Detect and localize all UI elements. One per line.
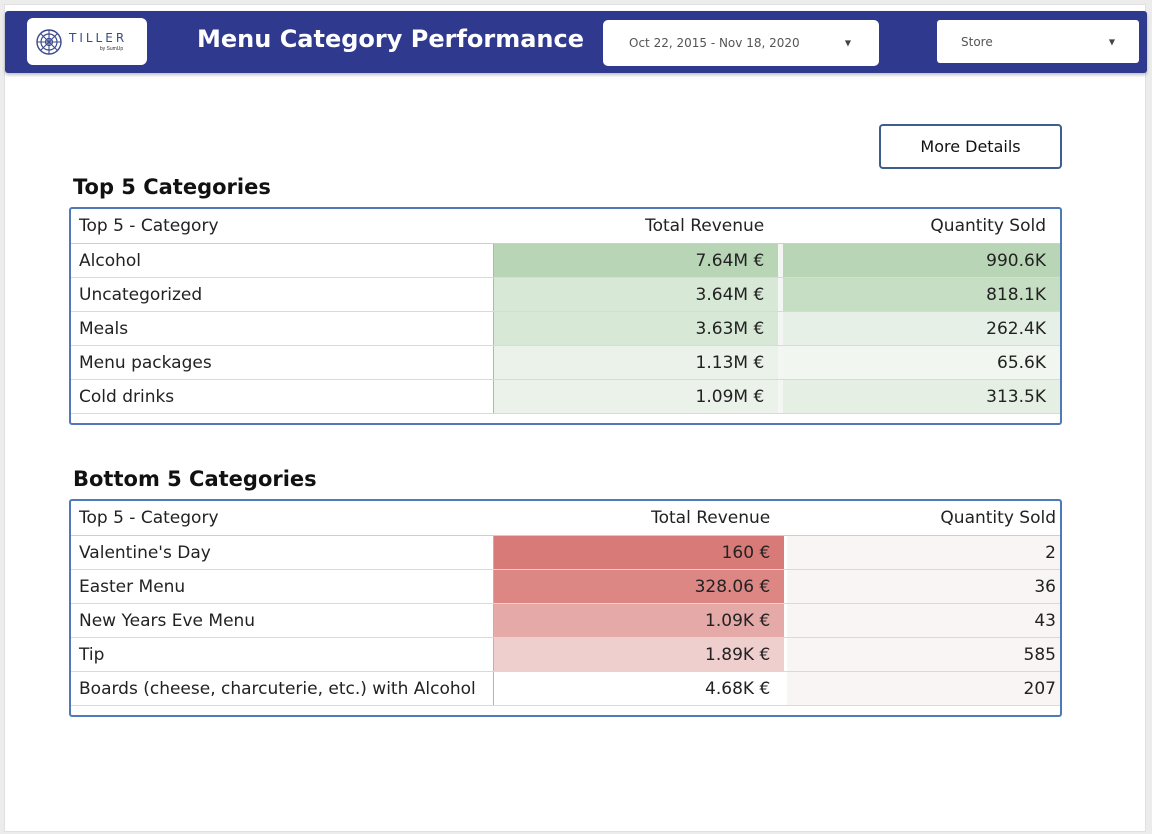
quantity-cell: 262.4K bbox=[778, 312, 1060, 345]
table-footer bbox=[71, 706, 1060, 715]
header-bar: TILLER by SumUp Menu Category Performanc… bbox=[5, 11, 1147, 73]
store-filter-label: Store bbox=[961, 34, 993, 49]
category-cell: Tip bbox=[71, 638, 494, 671]
quantity-cell: 313.5K bbox=[778, 380, 1060, 413]
category-cell: New Years Eve Menu bbox=[71, 604, 494, 637]
table-row: Meals 3.63M €262.4K bbox=[71, 312, 1060, 346]
quantity-cell: 818.1K bbox=[778, 278, 1060, 311]
top-section-title: Top 5 Categories bbox=[73, 175, 271, 199]
tiller-wheel-icon bbox=[36, 28, 62, 55]
revenue-cell: 328.06 € bbox=[493, 570, 785, 603]
revenue-cell: 3.63M € bbox=[493, 312, 779, 345]
store-filter-dropdown[interactable]: Store ▼ bbox=[937, 20, 1139, 63]
category-cell: Cold drinks bbox=[71, 380, 494, 413]
category-cell: Valentine's Day bbox=[71, 536, 494, 569]
category-cell: Uncategorized bbox=[71, 278, 494, 311]
table-row: Uncategorized 3.64M €818.1K bbox=[71, 278, 1060, 312]
bottom-section-title: Bottom 5 Categories bbox=[73, 467, 317, 491]
top-categories-table: Top 5 - Category Total Revenue Quantity So… bbox=[69, 207, 1062, 425]
quantity-cell: 2 bbox=[784, 536, 1060, 569]
quantity-cell: 990.6K bbox=[778, 244, 1060, 277]
category-cell: Easter Menu bbox=[71, 570, 494, 603]
page-title: Menu Category Performance bbox=[197, 25, 585, 53]
more-details-button[interactable]: More Details bbox=[879, 124, 1062, 169]
table-row: Tip 1.89K €585 bbox=[71, 638, 1060, 672]
logo-subtext: by SumUp bbox=[99, 46, 124, 52]
quantity-cell: 207 bbox=[784, 672, 1060, 705]
column-header-quantity[interactable]: Quantity Sold bbox=[784, 501, 1060, 535]
table-header-row: Top 5 - Category Total Revenue Quantity So… bbox=[71, 501, 1060, 536]
revenue-cell: 7.64M € bbox=[493, 244, 779, 277]
revenue-cell: 1.09K € bbox=[493, 604, 785, 637]
revenue-cell: 1.13M € bbox=[493, 346, 779, 379]
category-cell: Alcohol bbox=[71, 244, 494, 277]
table-footer bbox=[71, 414, 1060, 423]
revenue-cell: 1.89K € bbox=[493, 638, 785, 671]
table-row: Boards (cheese, charcuterie, etc.) with … bbox=[71, 672, 1060, 706]
column-header-revenue[interactable]: Total Revenue bbox=[494, 501, 785, 535]
quantity-cell: 43 bbox=[784, 604, 1060, 637]
table-row: Easter Menu 328.06 €36 bbox=[71, 570, 1060, 604]
revenue-cell: 160 € bbox=[493, 536, 785, 569]
category-cell: Menu packages bbox=[71, 346, 494, 379]
report-page: TILLER by SumUp Menu Category Performanc… bbox=[4, 4, 1147, 832]
category-cell: Boards (cheese, charcuterie, etc.) with … bbox=[71, 672, 494, 705]
column-header-revenue[interactable]: Total Revenue bbox=[494, 209, 779, 243]
bottom-categories-table: Top 5 - Category Total Revenue Quantity So… bbox=[69, 499, 1062, 717]
table-row: Valentine's Day 160 €2 bbox=[71, 536, 1060, 570]
table-row: Cold drinks 1.09M €313.5K bbox=[71, 380, 1060, 414]
table-row: Alcohol 7.64M €990.6K bbox=[71, 244, 1060, 278]
date-range-value: Oct 22, 2015 - Nov 18, 2020 bbox=[629, 36, 800, 50]
revenue-cell: 3.64M € bbox=[493, 278, 779, 311]
column-header-quantity[interactable]: Quantity Sold bbox=[778, 209, 1060, 243]
table-row: New Years Eve Menu 1.09K €43 bbox=[71, 604, 1060, 638]
chevron-down-icon: ▼ bbox=[1108, 37, 1115, 46]
category-cell: Meals bbox=[71, 312, 494, 345]
revenue-cell: 4.68K € bbox=[493, 672, 785, 705]
column-header-category[interactable]: Top 5 - Category bbox=[71, 209, 494, 243]
column-header-category[interactable]: Top 5 - Category bbox=[71, 501, 494, 535]
quantity-cell: 36 bbox=[784, 570, 1060, 603]
date-range-dropdown[interactable]: Oct 22, 2015 - Nov 18, 2020 ▼ bbox=[603, 20, 879, 66]
logo-wordmark: TILLER bbox=[69, 31, 128, 45]
quantity-cell: 65.6K bbox=[778, 346, 1060, 379]
table-row: Menu packages 1.13M €65.6K bbox=[71, 346, 1060, 380]
table-header-row: Top 5 - Category Total Revenue Quantity So… bbox=[71, 209, 1060, 244]
chevron-down-icon: ▼ bbox=[844, 38, 851, 48]
quantity-cell: 585 bbox=[784, 638, 1060, 671]
tiller-logo: TILLER by SumUp bbox=[27, 18, 147, 65]
revenue-cell: 1.09M € bbox=[493, 380, 779, 413]
